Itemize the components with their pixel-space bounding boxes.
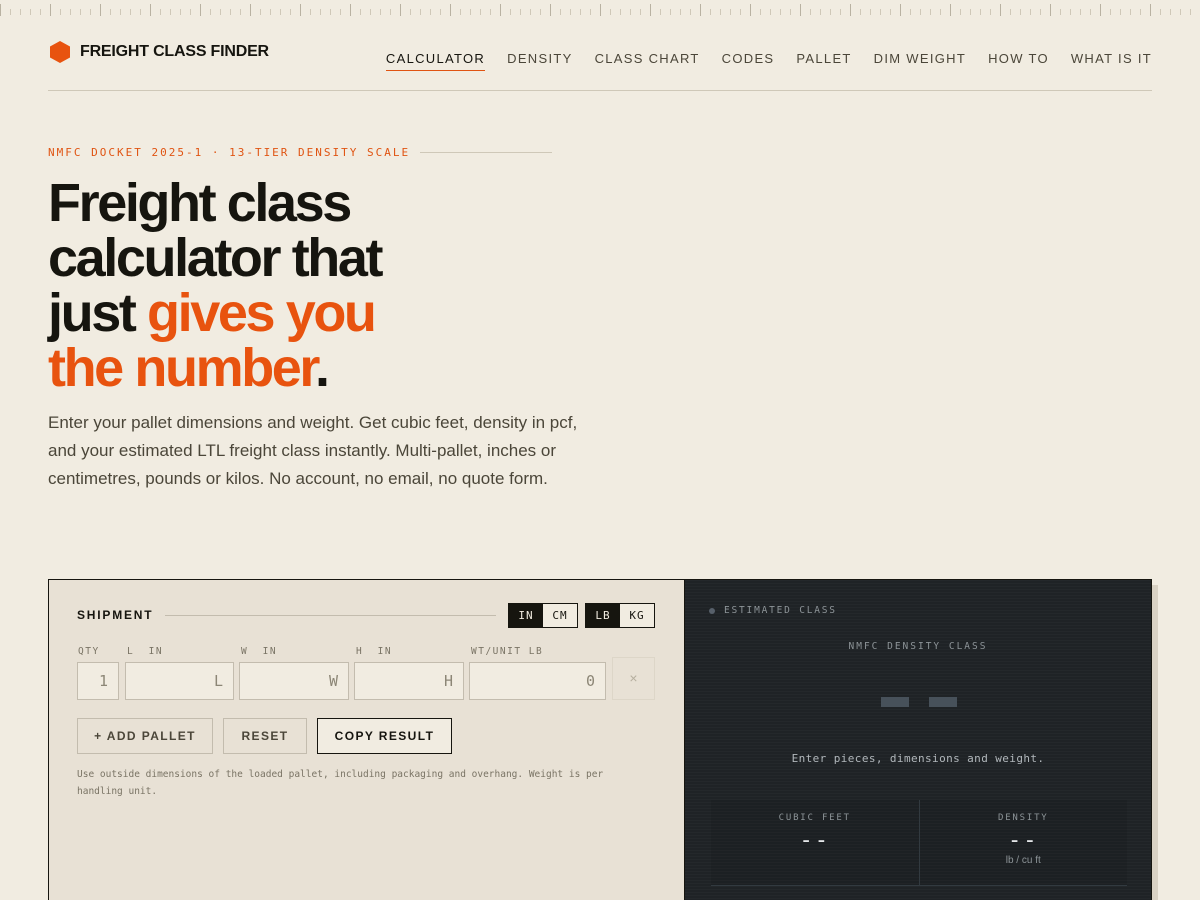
nav-class-chart[interactable]: CLASS CHART bbox=[595, 51, 700, 71]
title-line-2: calculator that bbox=[48, 228, 383, 288]
hexagon-logo-icon bbox=[50, 41, 70, 63]
title-period: . bbox=[315, 338, 330, 398]
shipment-title: SHIPMENT bbox=[77, 608, 154, 622]
title-line-3a: just bbox=[48, 283, 148, 343]
main-nav: CALCULATOR DENSITY CLASS CHART CODES PAL… bbox=[364, 51, 1152, 71]
height-input[interactable]: H bbox=[354, 662, 464, 700]
nav-what-is-it[interactable]: WHAT IS IT bbox=[1071, 51, 1152, 71]
stat-cubic-feet: CUBIC FEET -- bbox=[711, 800, 919, 885]
weight-unit-toggle: LB KG bbox=[585, 602, 655, 628]
length-label: L IN bbox=[127, 646, 164, 657]
reset-button[interactable]: RESET bbox=[223, 718, 307, 754]
class-placeholder bbox=[881, 697, 977, 707]
weight-label: WT/UNIT LB bbox=[471, 646, 544, 657]
shipment-header: SHIPMENT IN CM LB KG bbox=[77, 602, 655, 628]
unit-cm-button[interactable]: CM bbox=[543, 603, 577, 627]
stat-density: DENSITY -- lb / cu ft bbox=[918, 800, 1128, 885]
hero-eyebrow: NMFC DOCKET 2025-1 · 13-TIER DENSITY SCA… bbox=[48, 146, 553, 159]
stat-label: DENSITY bbox=[997, 813, 1049, 823]
result-hint: Enter pieces, dimensions and weight. bbox=[791, 752, 1045, 765]
unit-in-button[interactable]: IN bbox=[509, 603, 543, 627]
eyebrow-text: NMFC DOCKET 2025-1 · 13-TIER DENSITY SCA… bbox=[48, 146, 411, 159]
class-placeholder-bar bbox=[881, 697, 909, 707]
copy-result-button[interactable]: COPY RESULT bbox=[317, 718, 452, 754]
result-subtitle: NMFC DENSITY CLASS bbox=[848, 641, 988, 652]
hero-subtitle: Enter your pallet dimensions and weight.… bbox=[48, 413, 578, 488]
height-label: H IN bbox=[356, 646, 393, 657]
nav-dim-weight[interactable]: DIM WEIGHT bbox=[874, 51, 966, 71]
shipment-panel: SHIPMENT IN CM LB KG QTY L IN W IN H IN … bbox=[48, 579, 684, 900]
result-tag: ESTIMATED CLASS bbox=[709, 605, 837, 616]
header-divider bbox=[165, 614, 496, 616]
brand-logo[interactable]: FREIGHT CLASS FINDER bbox=[48, 40, 269, 64]
length-unit-toggle: IN CM bbox=[508, 602, 578, 628]
stat-value: -- bbox=[1008, 828, 1039, 853]
nav-how-to[interactable]: HOW TO bbox=[988, 51, 1049, 71]
title-line-4a: the number bbox=[48, 338, 317, 398]
length-input[interactable]: L bbox=[125, 662, 234, 700]
class-placeholder-bar bbox=[929, 697, 957, 707]
brand-name: FREIGHT CLASS FINDER bbox=[80, 43, 269, 60]
nav-calculator[interactable]: CALCULATOR bbox=[385, 51, 486, 71]
unit-kg-button[interactable]: KG bbox=[620, 603, 654, 627]
nav-pallet[interactable]: PALLET bbox=[796, 51, 851, 71]
result-tag-label: ESTIMATED CLASS bbox=[724, 605, 837, 616]
site-header: FREIGHT CLASS FINDER CALCULATOR DENSITY … bbox=[48, 36, 1152, 91]
title-line-1: Freight class bbox=[48, 173, 352, 233]
title-line-3b: gives you bbox=[147, 283, 377, 343]
remove-row-button[interactable]: × bbox=[612, 657, 655, 700]
nav-codes[interactable]: CODES bbox=[722, 51, 775, 71]
unit-lb-button[interactable]: LB bbox=[586, 603, 620, 627]
dimensions-note: Use outside dimensions of the loaded pal… bbox=[77, 769, 604, 797]
stat-unit: lb / cu ft bbox=[1005, 855, 1041, 866]
weight-input[interactable]: 0 bbox=[469, 662, 606, 700]
stat-value: -- bbox=[799, 828, 830, 853]
status-dot-icon bbox=[709, 607, 715, 614]
top-ruler bbox=[0, 0, 1200, 16]
qty-input[interactable]: 1 bbox=[77, 662, 119, 700]
add-pallet-button[interactable]: + ADD PALLET bbox=[77, 718, 213, 754]
nav-density[interactable]: DENSITY bbox=[507, 51, 572, 71]
width-input[interactable]: W bbox=[239, 662, 349, 700]
result-stats: CUBIC FEET -- DENSITY -- lb / cu ft bbox=[711, 800, 1127, 886]
stat-label: CUBIC FEET bbox=[778, 813, 851, 823]
page-title: Freight class calculator that just gives… bbox=[48, 176, 608, 396]
eyebrow-divider bbox=[420, 152, 553, 153]
result-panel: ESTIMATED CLASS NMFC DENSITY CLASS Enter… bbox=[684, 579, 1152, 900]
width-label: W IN bbox=[241, 646, 278, 657]
qty-label: QTY bbox=[78, 646, 100, 657]
